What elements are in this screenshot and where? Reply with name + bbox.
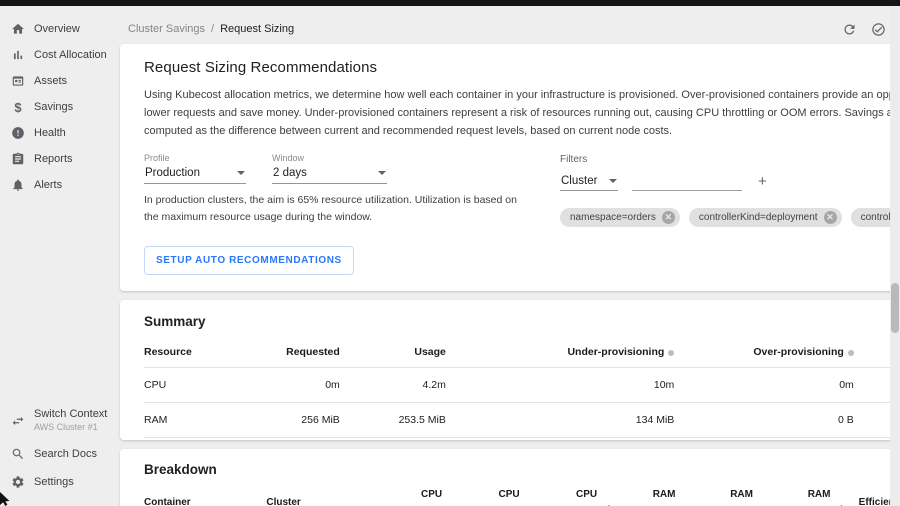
summary-row-cpu: CPU 0m 4.2m 10m 0m $0.00/mo (144, 368, 900, 403)
breakdown-col-ram-request[interactable]: RAMrequest (703, 479, 781, 506)
summary-title: Summary (144, 314, 206, 329)
profile-value: Production (145, 167, 200, 179)
scrollbar-thumb[interactable] (891, 283, 899, 333)
breakdown-col-ram-recommended[interactable]: RAMrecomm'd (780, 479, 858, 506)
sidebar-item-alerts[interactable]: Alerts (0, 172, 112, 198)
sidebar-item-label: Savings (34, 101, 73, 113)
sidebar-item-overview[interactable]: Overview (0, 16, 112, 42)
summary-col-requested: Requested (242, 337, 340, 368)
breakdown-title: Breakdown (144, 462, 900, 477)
summary-col-usage: Usage (340, 337, 446, 368)
sidebar-item-reports[interactable]: Reports (0, 146, 112, 172)
search-icon (11, 447, 25, 461)
request-sizing-card: Request Sizing Recommendations Using Kub… (120, 44, 900, 291)
home-icon (11, 22, 25, 36)
summary-col-under-provisioning: Under-provisioning (446, 337, 674, 368)
refresh-icon[interactable] (842, 21, 858, 37)
sidebar: Overview Cost Allocation Assets $ Saving… (0, 6, 112, 506)
sidebar-item-savings[interactable]: $ Savings (0, 94, 112, 120)
filter-type-value: Cluster (561, 175, 597, 187)
sidebar-item-label: Cost Allocation (34, 49, 107, 61)
search-docs-button[interactable]: Search Docs (0, 440, 112, 468)
breakdown-col-ram-usage[interactable]: RAMusage (625, 479, 703, 506)
settings-label: Settings (34, 476, 74, 488)
sidebar-nav: Overview Cost Allocation Assets $ Saving… (0, 16, 112, 198)
filters-label: Filters (560, 154, 900, 165)
breakdown-card: Breakdown Container Cluster CPUusage CPU… (120, 449, 900, 506)
mouse-cursor (0, 492, 12, 506)
check-circle-icon[interactable] (871, 21, 887, 37)
summary-col-over-provisioning: Over-provisioning (674, 337, 853, 368)
profile-label: Profile (144, 153, 246, 163)
sidebar-item-health[interactable]: Health (0, 120, 112, 146)
bar-chart-icon (11, 48, 25, 62)
main-content: Cluster Savings / Request Sizing Request… (112, 6, 900, 506)
swap-arrows-icon (11, 414, 25, 428)
setup-auto-recommendations-button[interactable]: SETUP AUTO RECOMMENDATIONS (144, 246, 354, 275)
assets-icon (11, 74, 25, 88)
window-label: Window (272, 153, 387, 163)
breakdown-col-cpu-request[interactable]: CPUrequest (470, 479, 548, 506)
switch-context-label: Switch Context (34, 408, 107, 422)
summary-row-ram: RAM 256 MiB 253.5 MiB 134 MiB 0 B $0.00/… (144, 403, 900, 438)
search-docs-label: Search Docs (34, 448, 97, 460)
window-value: 2 days (273, 167, 307, 179)
breadcrumb-separator: / (211, 23, 214, 35)
filter-chip[interactable]: controllerKind=deployment ✕ (689, 208, 842, 227)
current-context: AWS Cluster #1 (34, 422, 107, 433)
window-select[interactable]: Window 2 days (272, 153, 387, 184)
settings-button[interactable]: Settings (0, 468, 112, 496)
filter-chips: namespace=orders ✕ controllerKind=deploy… (560, 208, 900, 227)
chevron-down-icon (378, 171, 386, 175)
breadcrumb-parent[interactable]: Cluster Savings (128, 23, 205, 35)
sidebar-item-label: Health (34, 127, 66, 139)
info-icon[interactable] (848, 350, 854, 356)
breakdown-col-container[interactable]: Container (144, 479, 266, 506)
filter-chip[interactable]: namespace=orders ✕ (560, 208, 680, 227)
breakdown-col-cpu-usage[interactable]: CPUusage (393, 479, 471, 506)
chip-remove-icon[interactable]: ✕ (662, 211, 675, 224)
filter-type-select[interactable]: Cluster (560, 174, 618, 191)
sidebar-item-assets[interactable]: Assets (0, 68, 112, 94)
summary-card: Summary $0.00/mo Resource Requested Usag… (120, 300, 900, 440)
breakdown-col-cpu-recommended[interactable]: CPUrecomm'd (548, 479, 626, 506)
sidebar-item-cost-allocation[interactable]: Cost Allocation (0, 42, 112, 68)
sidebar-item-label: Assets (34, 75, 67, 87)
breadcrumb-current: Request Sizing (220, 23, 294, 35)
breakdown-table: Container Cluster CPUusage CPUrequest CP… (144, 479, 900, 506)
health-alert-icon (11, 126, 25, 140)
scrollbar-track[interactable] (890, 6, 900, 506)
profile-select[interactable]: Profile Production (144, 153, 246, 184)
bell-icon (11, 178, 25, 192)
sidebar-item-label: Reports (34, 153, 73, 165)
page-title: Request Sizing Recommendations (144, 59, 900, 76)
add-filter-button[interactable]: + (756, 174, 769, 191)
sidebar-footer: Switch Context AWS Cluster #1 Search Doc… (0, 401, 112, 496)
clipboard-icon (11, 152, 25, 166)
summary-table: Resource Requested Usage Under-provision… (144, 337, 900, 438)
chip-remove-icon[interactable]: ✕ (824, 211, 837, 224)
chevron-down-icon (237, 171, 245, 175)
breakdown-col-cluster[interactable]: Cluster (266, 479, 392, 506)
profile-helper-text: In production clusters, the aim is 65% r… (144, 192, 520, 225)
sidebar-item-label: Alerts (34, 179, 62, 191)
sidebar-item-label: Overview (34, 23, 80, 35)
dollar-icon: $ (11, 100, 25, 114)
filter-value-input[interactable] (632, 175, 742, 191)
info-icon[interactable] (668, 350, 674, 356)
chevron-down-icon (609, 179, 617, 183)
breadcrumb: Cluster Savings / Request Sizing (128, 23, 294, 35)
page-description: Using Kubecost allocation metrics, we de… (144, 87, 900, 140)
gear-icon (11, 475, 25, 489)
switch-context-button[interactable]: Switch Context AWS Cluster #1 (0, 401, 112, 440)
summary-col-resource: Resource (144, 337, 242, 368)
